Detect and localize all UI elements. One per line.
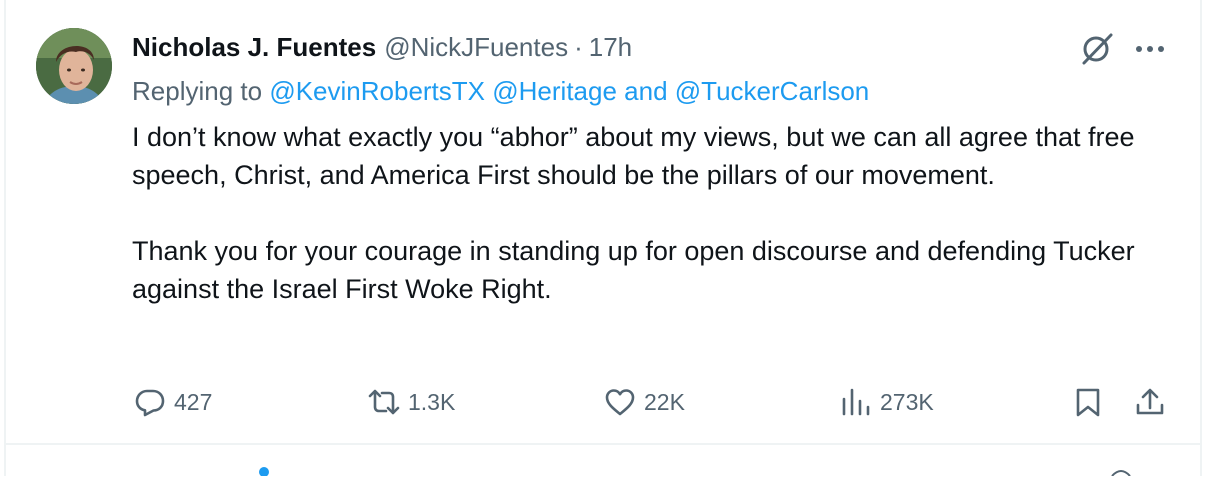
tweet-card[interactable]: Nicholas J. Fuentes @NickJFuentes · 17h … — [0, 0, 1212, 477]
tweet-timestamp[interactable]: 17h — [589, 32, 632, 63]
card-divider — [4, 443, 1202, 445]
mention-tuckercarlson[interactable]: @TuckerCarlson — [675, 76, 869, 106]
views-button[interactable]: 273K — [840, 380, 934, 424]
views-icon — [842, 388, 870, 416]
heart-icon — [605, 389, 635, 416]
avatar-photo — [36, 28, 112, 104]
tweet-paragraph-1: I don’t know what exactly you “abhor” ab… — [132, 122, 1135, 190]
like-button[interactable]: 22K — [604, 380, 685, 424]
action-bar: 427 1.3K 22K 273K — [0, 380, 1212, 424]
mention-kevinrobertstx[interactable]: @KevinRobertsTX — [269, 76, 485, 106]
share-icon — [1136, 388, 1164, 415]
reply-icon — [135, 389, 165, 417]
and-label: and — [624, 76, 668, 106]
reply-count: 427 — [174, 388, 213, 415]
avatar[interactable] — [36, 28, 112, 104]
mention-heritage[interactable]: @Heritage — [492, 76, 617, 106]
bookmark-button[interactable] — [1072, 380, 1104, 424]
share-button[interactable] — [1134, 380, 1166, 424]
tweet-text: I don’t know what exactly you “abhor” ab… — [132, 118, 1182, 308]
reply-button[interactable]: 427 — [134, 380, 212, 424]
next-tweet-partial-mark — [1108, 458, 1134, 477]
repost-count: 1.3K — [408, 388, 456, 415]
repost-icon — [368, 389, 400, 415]
author-name[interactable]: Nicholas J. Fuentes — [132, 32, 376, 63]
replying-to-label: Replying to — [132, 76, 263, 106]
author-handle[interactable]: @NickJFuentes — [384, 32, 568, 63]
views-count: 273K — [880, 388, 934, 415]
more-icon[interactable] — [1132, 36, 1168, 62]
separator-dot: · — [574, 32, 583, 62]
like-count: 22K — [644, 388, 685, 415]
grok-icon[interactable] — [1080, 32, 1114, 66]
tweet-header: Nicholas J. Fuentes @NickJFuentes · 17h — [132, 32, 632, 66]
tweet-paragraph-2: Thank you for your courage in standing u… — [132, 236, 1135, 304]
repost-button[interactable]: 1.3K — [368, 380, 455, 424]
next-tweet-partial-icon — [258, 458, 270, 477]
bookmark-icon — [1076, 388, 1100, 417]
replying-to-line: Replying to @KevinRobertsTX @Heritage an… — [132, 76, 869, 107]
